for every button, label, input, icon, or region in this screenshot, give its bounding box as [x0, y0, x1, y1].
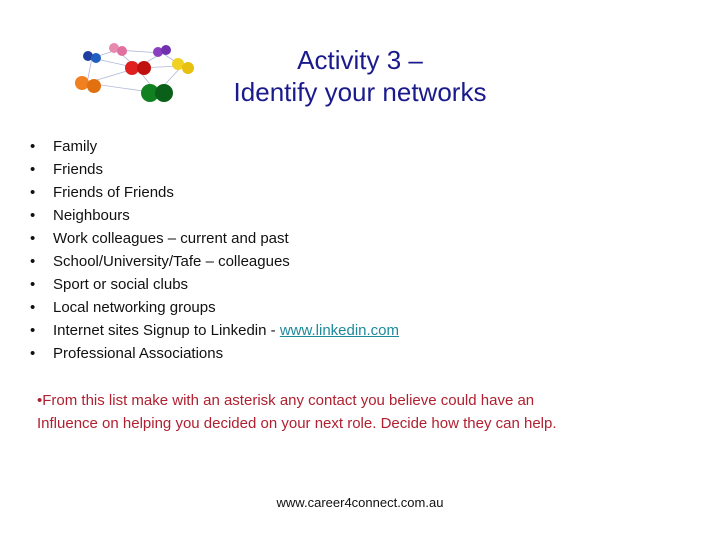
bullet-icon: •	[30, 299, 36, 316]
list-item: • School/University/Tafe – colleagues	[30, 250, 399, 273]
people-network-icon	[62, 38, 212, 113]
list-item-text: Work colleagues – current and past	[53, 230, 289, 247]
list-item: • Internet sites Signup to Linkedin - www…	[30, 319, 399, 342]
title-line-2: Identify your networks	[233, 77, 487, 107]
list-item-text: Family	[53, 138, 98, 155]
bullet-icon: •	[30, 322, 36, 339]
bullet-icon: •	[30, 184, 36, 201]
list-item: • Professional Associations	[30, 342, 399, 365]
bullet-icon: •	[30, 230, 36, 247]
page-title: Activity 3 – Identify your networks	[210, 44, 510, 108]
footer-url: www.career4connect.com.au	[276, 495, 444, 510]
network-list: • Family • Friends • Friends of Friends • Ne…	[30, 135, 399, 365]
list-item: • Family	[30, 135, 399, 158]
instruction-note: •From this list make with an asterisk an…	[37, 389, 557, 435]
list-item-text: Friends	[53, 161, 104, 178]
list-item-text: Internet sites Signup to Linkedin -	[53, 322, 280, 339]
list-item: • Sport or social clubs	[30, 273, 399, 296]
list-item-text: Professional Associations	[53, 345, 224, 362]
list-item-text: Sport or social clubs	[53, 276, 189, 293]
bullet-icon: •	[30, 345, 36, 362]
note-line-1: •From this list make with an asterisk an…	[37, 392, 535, 409]
bullet-icon: •	[30, 207, 36, 224]
list-item: • Neighbours	[30, 204, 399, 227]
list-item: • Work colleagues – current and past	[30, 227, 399, 250]
linkedin-link[interactable]: www.linkedin.com	[280, 322, 399, 339]
bullet-icon: •	[30, 138, 36, 155]
note-line-2: Influence on helping you decided on your…	[37, 415, 557, 432]
list-item-text: School/University/Tafe – colleagues	[53, 253, 290, 270]
list-item: • Local networking groups	[30, 296, 399, 319]
bullet-icon: •	[30, 253, 36, 270]
list-item: • Friends of Friends	[30, 181, 399, 204]
list-item: • Friends	[30, 158, 399, 181]
list-item-text: Neighbours	[53, 207, 130, 224]
bullet-icon: •	[30, 161, 36, 178]
list-item-text: Friends of Friends	[53, 184, 174, 201]
title-line-1: Activity 3 –	[297, 45, 423, 75]
list-item-text: Local networking groups	[53, 299, 216, 316]
bullet-icon: •	[30, 276, 36, 293]
